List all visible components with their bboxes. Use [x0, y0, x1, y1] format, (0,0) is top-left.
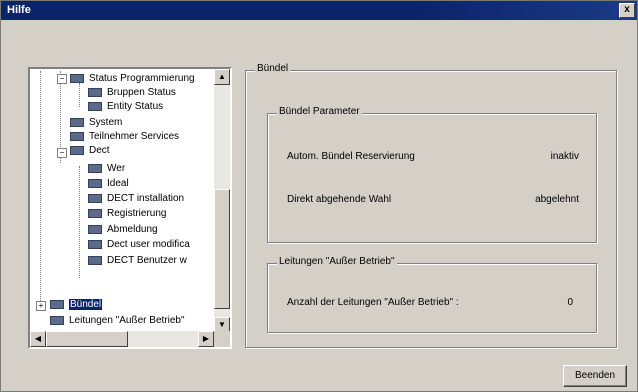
buendel-group-title: Bündel: [255, 63, 291, 74]
topic-icon: [88, 179, 102, 188]
tree-item-registrierung[interactable]: Registrierung: [88, 206, 166, 221]
collapse-status-toggle[interactable]: −: [57, 74, 67, 84]
topic-icon: [70, 132, 84, 141]
collapse-dect-toggle[interactable]: −: [57, 148, 67, 158]
horizontal-scroll-thumb[interactable]: [46, 331, 128, 347]
scroll-up-button[interactable]: ▲: [214, 69, 230, 85]
help-window: Hilfe x − − + Status Programmierung Brup…: [0, 0, 638, 392]
direct-dial-value: abgelehnt: [535, 194, 579, 205]
auto-reservation-label: Autom. Bündel Reservierung: [287, 151, 415, 162]
lines-count-label: Anzahl der Leitungen "Außer Betrieb" :: [287, 297, 459, 308]
tree-item-abmeldung[interactable]: Abmeldung: [88, 222, 158, 237]
topic-icon: [88, 209, 102, 218]
direct-dial-label: Direkt abgehende Wahl: [287, 194, 392, 205]
leitungen-group-title: Leitungen "Außer Betrieb": [277, 256, 397, 267]
scroll-corner: [214, 331, 230, 347]
tree-item-dect-user-modification[interactable]: Dect user modifica: [88, 237, 190, 252]
tree-vertical-scrollbar[interactable]: ▲ ▼: [214, 69, 230, 333]
tree-item-status-programmierung[interactable]: Status Programmierung: [70, 71, 195, 86]
buendel-parameter-title: Bündel Parameter: [277, 106, 362, 117]
topic-icon: [70, 146, 84, 155]
tree-item-dect-installation[interactable]: DECT installation: [88, 191, 184, 206]
topic-icon: [88, 194, 102, 203]
auto-reservation-value: inaktiv: [550, 151, 579, 162]
topic-icon: [88, 256, 102, 265]
vertical-scroll-thumb[interactable]: [214, 189, 230, 309]
buendel-parameter-group: [267, 113, 597, 243]
topic-icon: [50, 300, 64, 309]
lines-count-value: 0: [567, 297, 573, 308]
topic-icon: [88, 102, 102, 111]
help-topic-tree[interactable]: − − + Status Programmierung Bruppen Stat…: [28, 67, 232, 349]
topic-icon: [88, 88, 102, 97]
beenden-button[interactable]: Beenden: [563, 365, 627, 387]
scroll-right-button[interactable]: ▶: [198, 331, 214, 347]
tree-horizontal-scrollbar[interactable]: ◀ ▶: [30, 331, 214, 347]
tree-item-wer[interactable]: Wer: [88, 161, 125, 176]
topic-icon: [88, 225, 102, 234]
scroll-left-button[interactable]: ◀: [30, 331, 46, 347]
tree-item-ideal[interactable]: Ideal: [88, 176, 129, 191]
tree-item-teilnehmer-services[interactable]: Teilnehmer Services: [70, 129, 179, 144]
tree-item-leitungen-ausser-betrieb[interactable]: Leitungen "Außer Betrieb": [50, 313, 185, 328]
tree-item-dect-benutzer[interactable]: DECT Benutzer w: [88, 253, 187, 268]
tree-item-buendel[interactable]: Bündel: [50, 297, 103, 312]
window-title: Hilfe: [7, 4, 31, 16]
expand-buendel-toggle[interactable]: +: [36, 301, 46, 311]
topic-icon: [88, 240, 102, 249]
tree-item-gruppen-status[interactable]: Bruppen Status: [88, 85, 176, 100]
tree-connector: [79, 166, 80, 278]
title-bar[interactable]: Hilfe x: [1, 1, 637, 20]
tree-item-entity-status[interactable]: Entity Status: [88, 99, 163, 114]
topic-icon: [70, 74, 84, 83]
topic-icon: [50, 316, 64, 325]
topic-icon: [70, 118, 84, 127]
topic-icon: [88, 164, 102, 173]
tree-item-system[interactable]: System: [70, 115, 122, 130]
tree-item-dect[interactable]: Dect: [70, 143, 110, 158]
tree-connector: [79, 83, 80, 107]
close-window-button[interactable]: x: [619, 3, 635, 18]
tree-connector: [40, 71, 41, 309]
